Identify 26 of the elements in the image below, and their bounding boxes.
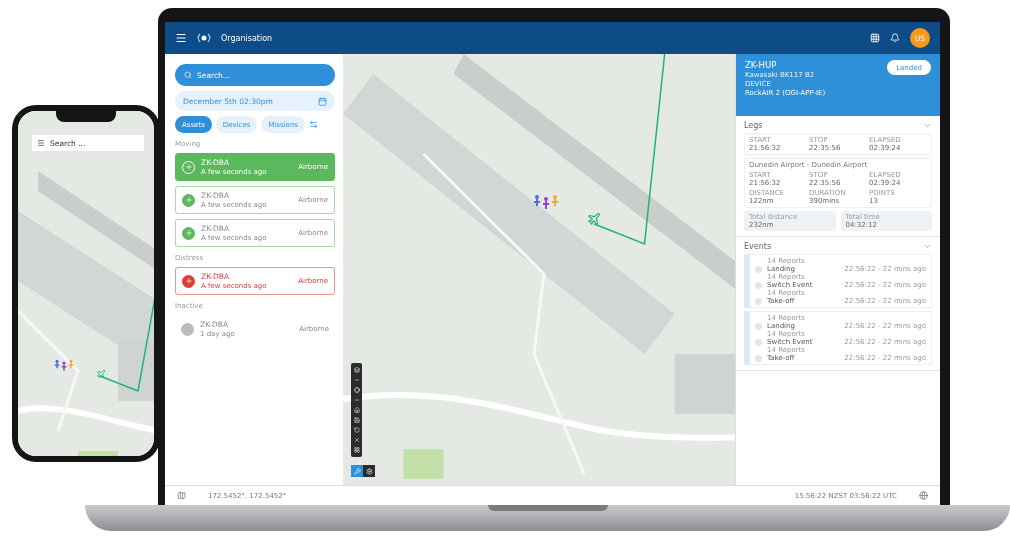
menu-icon[interactable] <box>175 32 187 44</box>
organisation-title: Organisation <box>221 33 274 43</box>
search-icon <box>184 71 192 79</box>
logo-icon <box>197 31 211 45</box>
globe-icon[interactable] <box>919 491 928 500</box>
plane-icon <box>587 212 601 226</box>
tool-icon[interactable] <box>353 417 360 423</box>
section-title: Legs <box>744 121 763 130</box>
section-title: Events <box>744 242 772 251</box>
tool-icon[interactable] <box>353 407 360 413</box>
callsign: ZK-HUP <box>745 60 778 70</box>
phone-notch <box>56 111 116 122</box>
people-icon <box>54 359 74 373</box>
apps-grid-icon[interactable] <box>870 33 880 43</box>
calendar-icon[interactable] <box>318 96 327 106</box>
tool-icon[interactable] <box>353 447 360 453</box>
map-icon[interactable] <box>177 491 186 500</box>
settings-button[interactable] <box>363 465 375 477</box>
swap-icon[interactable] <box>308 120 318 129</box>
notification-icon[interactable] <box>890 33 900 43</box>
people-icon <box>533 194 559 212</box>
plane-icon <box>96 369 106 379</box>
tool-icon[interactable] <box>353 437 360 443</box>
tool-icon[interactable] <box>353 367 360 373</box>
tool-icon[interactable] <box>353 387 360 393</box>
tool-icon[interactable] <box>353 427 360 433</box>
